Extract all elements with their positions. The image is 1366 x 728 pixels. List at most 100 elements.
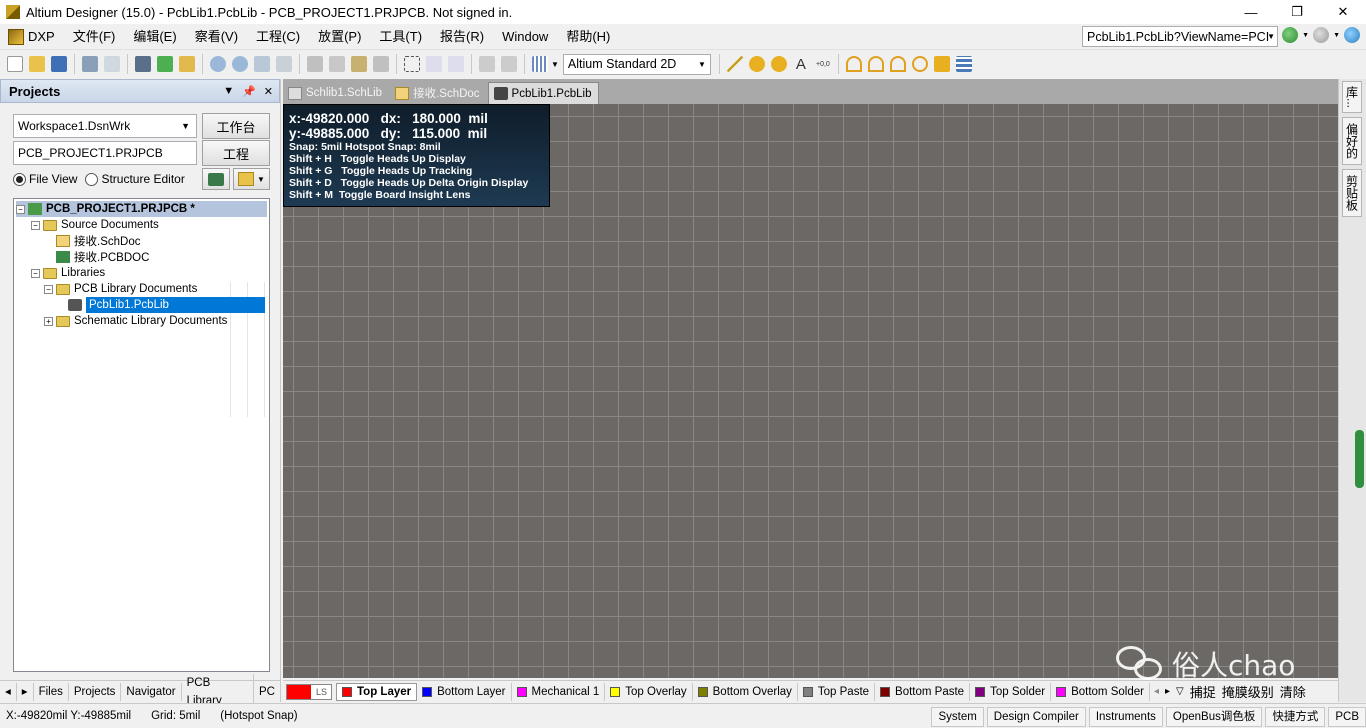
- layer-tab[interactable]: Top Overlay: [605, 682, 693, 701]
- via-icon[interactable]: [770, 56, 787, 72]
- zoom-out-icon[interactable]: [232, 56, 248, 72]
- mask-level-button[interactable]: 掩膜级别: [1222, 682, 1274, 701]
- workspace-button[interactable]: 工作台: [202, 113, 270, 139]
- tab-files[interactable]: Files: [34, 682, 69, 701]
- structure-editor-radio[interactable]: Structure Editor: [85, 172, 185, 186]
- array-paste-icon[interactable]: [955, 56, 972, 72]
- menu-help[interactable]: 帮助(H): [557, 24, 619, 50]
- design-compiler-button[interactable]: Design Compiler: [986, 707, 1086, 727]
- project-button[interactable]: 工程: [202, 140, 270, 166]
- collapse-icon[interactable]: −: [16, 204, 25, 214]
- panel-menu-icon[interactable]: ▼: [223, 85, 234, 98]
- scroll-left-icon[interactable]: ◂: [1154, 686, 1159, 697]
- instruments-button[interactable]: Instruments: [1088, 707, 1163, 727]
- layer-tab[interactable]: Bottom Layer: [417, 682, 512, 701]
- close-button[interactable]: ✕: [1320, 0, 1366, 24]
- tab-libraries[interactable]: 库...: [1342, 81, 1362, 113]
- collapse-icon[interactable]: −: [44, 284, 53, 294]
- folder-icon[interactable]: [179, 56, 195, 72]
- line-icon[interactable]: [726, 56, 743, 72]
- collapse-icon[interactable]: −: [31, 220, 40, 230]
- circle-icon[interactable]: [911, 56, 928, 72]
- collapse-icon[interactable]: −: [31, 268, 40, 278]
- menu-dxp[interactable]: DXP: [0, 24, 64, 50]
- pad-icon[interactable]: [748, 56, 765, 72]
- pin-icon[interactable]: 📌: [242, 85, 256, 98]
- arc-center-icon[interactable]: [845, 56, 862, 72]
- forward-icon[interactable]: [1313, 27, 1330, 43]
- tab-navigator[interactable]: Navigator: [121, 682, 182, 701]
- address-field[interactable]: PcbLib1.PcbLib?ViewName=PCI ▼: [1082, 26, 1278, 47]
- system-button[interactable]: System: [931, 707, 984, 727]
- menu-place[interactable]: 放置(P): [309, 24, 370, 50]
- maximize-button[interactable]: ❐: [1274, 0, 1320, 24]
- file-view-radio[interactable]: File View: [13, 172, 77, 186]
- menu-view[interactable]: 察看(V): [186, 24, 247, 50]
- tree-item-pcbdoc[interactable]: 接收.PCBDOC: [56, 249, 149, 265]
- scroll-right-icon[interactable]: ▸: [1165, 686, 1170, 697]
- zoom-in-icon[interactable]: [210, 56, 226, 72]
- shortcuts-button[interactable]: 快捷方式: [1265, 707, 1326, 727]
- menu-reports[interactable]: 报告(R): [431, 24, 493, 50]
- snap-button[interactable]: 捕捉: [1190, 682, 1216, 701]
- copy-icon[interactable]: [329, 56, 345, 72]
- layer-tab[interactable]: Bottom Overlay: [693, 682, 798, 701]
- layers-icon[interactable]: [135, 56, 151, 72]
- tab-pcblib1[interactable]: PcbLib1.PcbLib: [487, 82, 600, 104]
- tab-clipboard[interactable]: 剪贴板: [1342, 169, 1362, 217]
- close-icon[interactable]: ✕: [264, 85, 273, 98]
- rubber-stamp-icon[interactable]: [373, 56, 389, 72]
- chevron-down-icon[interactable]: ▼: [551, 60, 559, 69]
- pcb-button[interactable]: PCB: [1328, 707, 1366, 727]
- layers-view-button[interactable]: [202, 168, 230, 190]
- new-icon[interactable]: [7, 56, 23, 72]
- expand-icon[interactable]: +: [44, 316, 53, 326]
- coordinate-icon[interactable]: +0,0: [815, 56, 831, 72]
- home-icon[interactable]: [1344, 27, 1360, 43]
- layer-tab[interactable]: Bottom Solder: [1051, 682, 1150, 701]
- open-icon[interactable]: [29, 56, 45, 72]
- text-icon[interactable]: A: [793, 56, 809, 73]
- zoom-fit-icon[interactable]: [254, 56, 270, 72]
- select-area-icon[interactable]: [404, 56, 420, 72]
- save-icon[interactable]: [51, 56, 67, 72]
- print-preview-icon[interactable]: [104, 56, 120, 72]
- fill-icon[interactable]: [933, 56, 950, 72]
- tree-item-schematic-library-documents[interactable]: + Schematic Library Documents: [44, 313, 227, 329]
- workspace-select[interactable]: Workspace1.DsnWrk ▼: [13, 114, 197, 138]
- layer-tab[interactable]: Top Solder: [970, 682, 1052, 701]
- openbus-palette-button[interactable]: OpenBus调色板: [1165, 707, 1263, 727]
- tree-item-source-documents[interactable]: − Source Documents: [31, 217, 159, 233]
- tab-projects[interactable]: Projects: [69, 682, 122, 701]
- tree-item-libraries[interactable]: − Libraries: [31, 265, 105, 281]
- redo-icon[interactable]: [501, 56, 517, 72]
- tab-scroll-left-icon[interactable]: ◂: [0, 682, 17, 701]
- menu-window[interactable]: Window: [493, 24, 557, 50]
- move-icon[interactable]: [426, 56, 442, 72]
- tab-schdoc[interactable]: 接收.SchDoc: [390, 82, 486, 104]
- undo-icon[interactable]: [479, 56, 495, 72]
- layer-tab[interactable]: Top Paste: [798, 682, 876, 701]
- grid-icon[interactable]: [532, 56, 548, 72]
- tab-favorites[interactable]: 偏好的: [1342, 117, 1362, 165]
- tab-scroll-right-icon[interactable]: ▸: [17, 682, 34, 701]
- tree-item-project[interactable]: − PCB_PROJECT1.PRJPCB *: [16, 201, 267, 217]
- minimize-button[interactable]: —: [1228, 0, 1274, 24]
- cut-icon[interactable]: [307, 56, 323, 72]
- project-field[interactable]: PCB_PROJECT1.PRJPCB: [13, 141, 197, 165]
- document-options-button[interactable]: ▼: [233, 168, 270, 190]
- chevron-down-icon[interactable]: ▼: [1333, 32, 1340, 39]
- scrollbar-thumb[interactable]: [1355, 430, 1364, 488]
- deselect-icon[interactable]: [448, 56, 464, 72]
- back-icon[interactable]: [1282, 27, 1299, 43]
- arc-edge-icon[interactable]: [867, 56, 884, 72]
- board-icon[interactable]: [157, 56, 173, 72]
- menu-file[interactable]: 文件(F): [64, 24, 125, 50]
- filter-icon[interactable]: ▽: [1176, 686, 1184, 697]
- print-icon[interactable]: [82, 56, 98, 72]
- menu-edit[interactable]: 编辑(E): [124, 24, 185, 50]
- layer-tab[interactable]: Bottom Paste: [875, 682, 971, 701]
- tree-item-schdoc[interactable]: 接收.SchDoc: [56, 233, 140, 249]
- clear-button[interactable]: 清除: [1280, 682, 1306, 701]
- layer-tab[interactable]: Top Layer: [336, 682, 418, 701]
